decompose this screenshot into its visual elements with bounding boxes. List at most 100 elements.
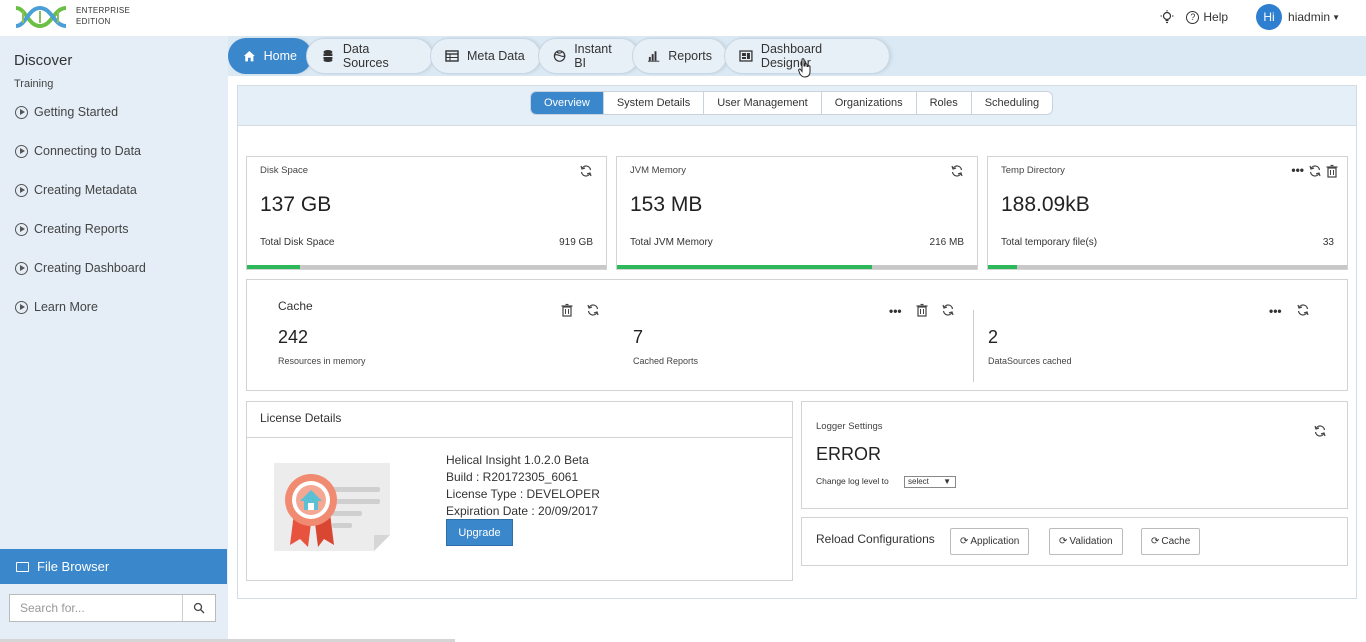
resources-in-memory-label: Resources in memory [278, 356, 366, 366]
trash-icon[interactable] [1325, 164, 1339, 178]
reload-application-button[interactable]: ⟳ Application [950, 528, 1030, 555]
disk-usage-fill [247, 265, 301, 269]
edition-label: ENTERPRISE EDITION [76, 5, 130, 27]
more-options-icon[interactable]: ••• [889, 305, 902, 317]
sidebar-item-learn-more[interactable]: Learn More [15, 300, 98, 314]
nav-tab-label: Data Sources [342, 42, 389, 70]
help-link[interactable]: ? Help [1186, 10, 1228, 24]
subtab-roles[interactable]: Roles [917, 92, 972, 114]
hand-cursor-icon [798, 58, 811, 78]
subtab-system-details[interactable]: System Details [604, 92, 705, 114]
sidebar-title: Discover [14, 52, 73, 69]
logger-settings-card: Logger Settings ERROR Change log level t… [801, 401, 1348, 509]
refresh-icon[interactable] [941, 303, 955, 317]
refresh-icon[interactable] [1313, 424, 1327, 438]
resources-in-memory-value: 242 [278, 327, 309, 347]
user-menu[interactable]: Hi hiadmin ▼ [1256, 4, 1340, 30]
refresh-icon: ⟳ [1059, 536, 1068, 547]
sidebar-item-getting-started[interactable]: Getting Started [15, 105, 118, 119]
username: hiadmin [1288, 10, 1331, 24]
nav-tab-home[interactable]: Home [228, 38, 312, 74]
trash-icon[interactable] [560, 303, 574, 317]
table-icon [445, 50, 459, 62]
caret-down-icon: ▼ [1332, 12, 1340, 22]
sidebar-item-creating-reports[interactable]: Creating Reports [15, 222, 129, 236]
sidebar-item-creating-metadata[interactable]: Creating Metadata [15, 183, 137, 197]
avatar: Hi [1256, 4, 1283, 30]
home-icon [243, 51, 255, 62]
play-circle-icon [15, 261, 28, 275]
nav-tab-meta-data[interactable]: Meta Data [430, 38, 541, 74]
refresh-icon[interactable] [950, 164, 964, 178]
file-browser-button[interactable]: File Browser [0, 549, 227, 584]
nav-tab-label: Home [263, 49, 297, 63]
search-button[interactable] [182, 595, 215, 621]
subtab-overview[interactable]: Overview [531, 92, 604, 114]
nav-tab-data-sources[interactable]: Data Sources [306, 38, 433, 74]
upgrade-button[interactable]: Upgrade [446, 519, 513, 546]
reload-title: Reload Configurations [816, 532, 935, 546]
trash-icon[interactable] [915, 303, 929, 317]
top-bar: ENTERPRISE EDITION ? Help Hi hiadmin ▼ [0, 0, 1366, 36]
jvm-memory-card: JVM Memory 153 MB Total JVM Memory 216 M… [616, 156, 978, 270]
reload-cache-button[interactable]: ⟳ Cache [1141, 528, 1201, 555]
play-circle-icon [15, 105, 28, 119]
sidebar-item-label: Creating Reports [34, 222, 129, 236]
card-title: Temp Directory [1001, 165, 1065, 176]
disk-space-card: Disk Space 137 GB Total Disk Space 919 G… [246, 156, 607, 270]
change-log-level-label: Change log level to [816, 476, 889, 486]
nav-tab-instant-bi[interactable]: Instant BI [538, 38, 639, 74]
folder-icon [16, 561, 29, 572]
bar-chart-icon [647, 51, 660, 62]
subtab-user-management[interactable]: User Management [704, 92, 822, 114]
sidebar-item-connecting-to-data[interactable]: Connecting to Data [15, 144, 141, 158]
refresh-icon[interactable] [1308, 164, 1322, 178]
file-browser-label: File Browser [37, 559, 110, 574]
disk-space-sub: Total Disk Space [260, 237, 335, 248]
more-options-icon[interactable]: ••• [1269, 305, 1282, 317]
refresh-icon[interactable] [586, 303, 600, 317]
sidebar-item-creating-dashboard[interactable]: Creating Dashboard [15, 261, 146, 275]
jvm-memory-sub: Total JVM Memory [630, 237, 713, 248]
subtab-organizations[interactable]: Organizations [822, 92, 917, 114]
search-input[interactable] [10, 595, 182, 621]
play-circle-icon [15, 222, 28, 236]
subtab-scheduling[interactable]: Scheduling [972, 92, 1052, 114]
more-options-icon[interactable]: ••• [1291, 164, 1304, 176]
nav-tab-label: Instant BI [574, 42, 612, 70]
license-type: License Type : DEVELOPER [446, 487, 600, 501]
nav-tab-reports[interactable]: Reports [632, 38, 727, 74]
refresh-icon[interactable] [1296, 303, 1310, 317]
temp-directory-sub: Total temporary file(s) [1001, 237, 1098, 248]
overview-panel: Overview System Details User Management … [237, 85, 1357, 599]
header-actions: ? Help Hi hiadmin ▼ [1160, 4, 1340, 30]
datasources-cached-value: 2 [988, 327, 999, 347]
license-product: Helical Insight 1.0.2.0 Beta [446, 453, 589, 467]
card-title: Disk Space [260, 165, 309, 176]
sidebar-item-label: Learn More [34, 300, 98, 314]
refresh-icon: ⟳ [960, 536, 969, 547]
help-icon: ? [1186, 10, 1200, 24]
certificate-icon [274, 463, 390, 551]
log-level-select[interactable]: select ▼ [904, 476, 956, 488]
refresh-icon[interactable] [579, 164, 593, 178]
disk-space-value: 137 GB [260, 193, 332, 216]
dashboard-icon [739, 50, 753, 62]
edition-line1: ENTERPRISE [76, 6, 131, 15]
temp-directory-value: 188.09kB [1001, 193, 1090, 216]
reload-button-label: Application [970, 536, 1020, 547]
datasources-cached-label: DataSources cached [988, 356, 1072, 366]
globe-icon [553, 50, 566, 62]
jvm-usage-bar [617, 265, 977, 269]
nav-tab-label: Meta Data [467, 49, 525, 63]
sidebar-item-label: Creating Dashboard [34, 261, 146, 275]
lightbulb-icon[interactable] [1160, 10, 1174, 24]
play-circle-icon [15, 144, 28, 158]
jvm-memory-total: 216 MB [929, 237, 964, 248]
disk-usage-bar [247, 265, 606, 269]
reload-validation-button[interactable]: ⟳ Validation [1049, 528, 1123, 555]
jvm-usage-fill [617, 265, 872, 269]
sidebar-item-label: Getting Started [34, 105, 119, 119]
license-build: Build : R20172305_6061 [446, 470, 579, 484]
cache-title: Cache [278, 299, 313, 313]
